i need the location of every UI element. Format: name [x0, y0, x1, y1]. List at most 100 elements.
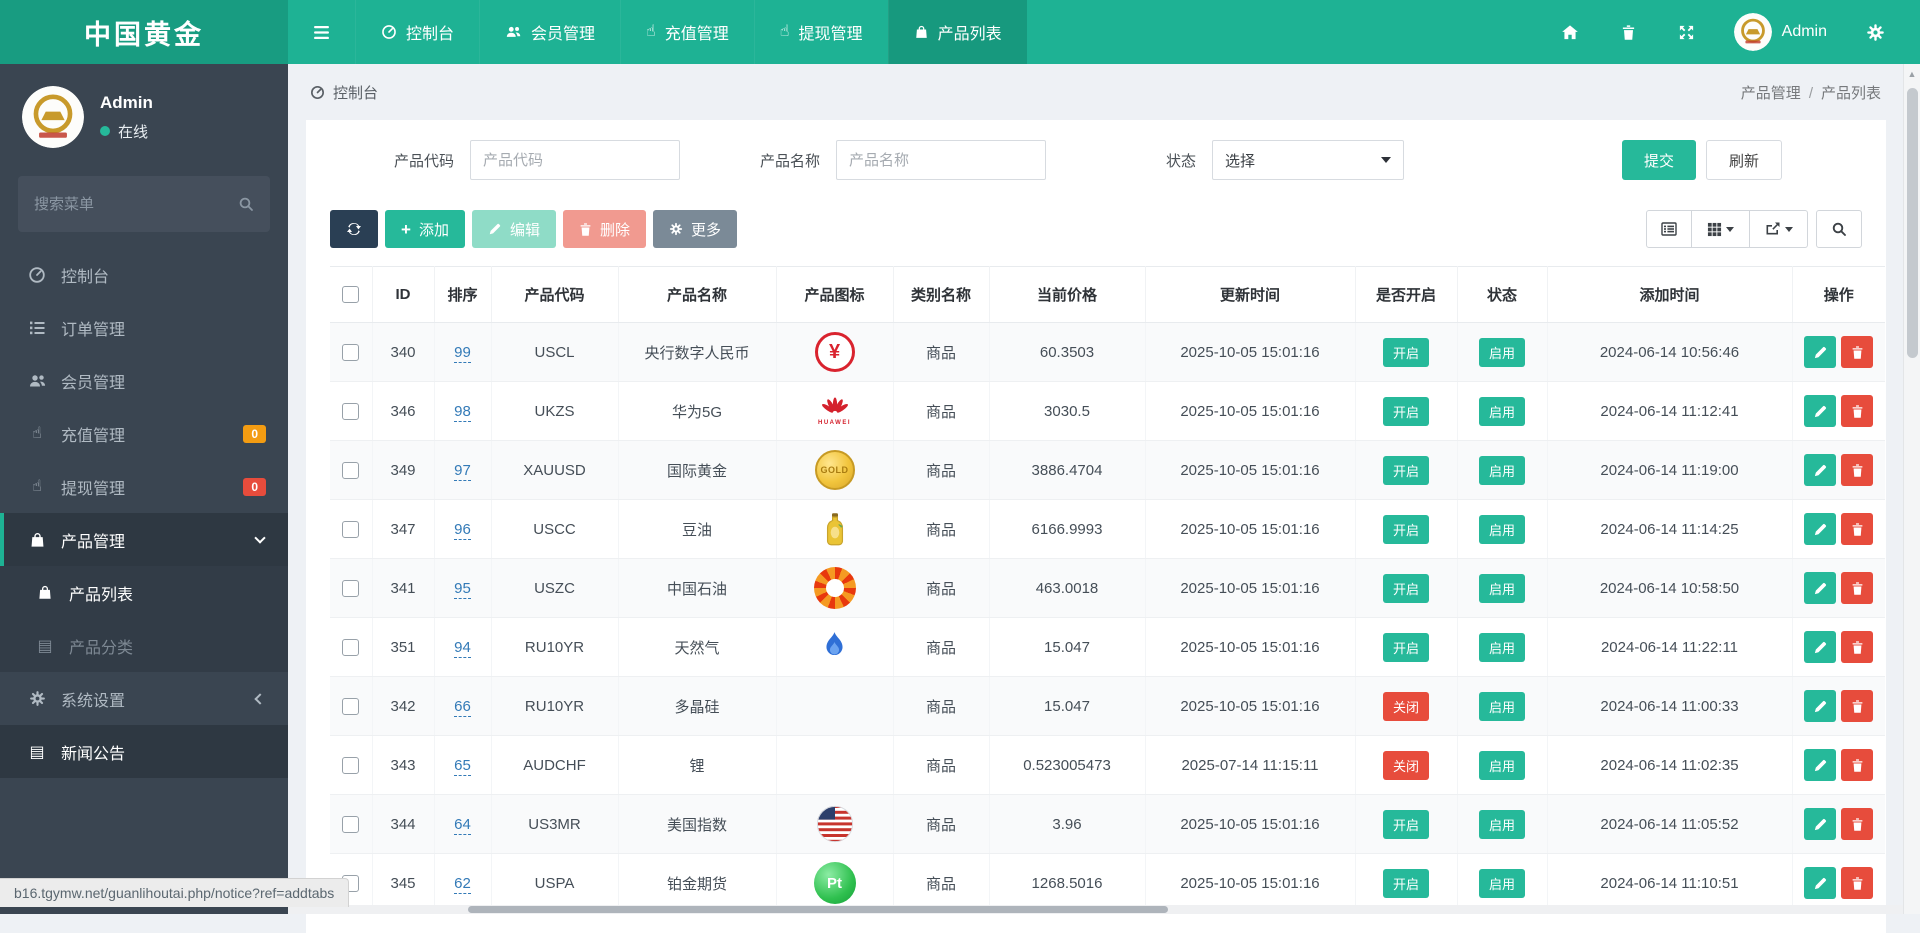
open-state-badge[interactable]: 开启	[1383, 574, 1429, 603]
col-header-open[interactable]: 是否开启	[1355, 267, 1457, 323]
nav-tab-dashboard[interactable]: 控制台	[355, 0, 479, 64]
home-button[interactable]	[1540, 0, 1600, 64]
row-edit-button[interactable]	[1804, 395, 1836, 427]
row-checkbox[interactable]	[342, 462, 359, 479]
horizontal-scrollbar-thumb[interactable]	[468, 906, 1168, 913]
col-header-updated[interactable]: 更新时间	[1145, 267, 1355, 323]
menu-search-box[interactable]	[18, 176, 270, 232]
row-checkbox[interactable]	[342, 698, 359, 715]
row-checkbox[interactable]	[342, 639, 359, 656]
row-delete-button[interactable]	[1841, 572, 1873, 604]
breadcrumb-parent[interactable]: 产品管理	[1741, 85, 1801, 102]
row-delete-button[interactable]	[1841, 631, 1873, 663]
open-state-badge[interactable]: 关闭	[1383, 751, 1429, 780]
row-checkbox[interactable]	[342, 757, 359, 774]
add-button[interactable]: +添加	[385, 210, 465, 248]
row-delete-button[interactable]	[1841, 454, 1873, 486]
row-checkbox[interactable]	[342, 816, 359, 833]
row-delete-button[interactable]	[1841, 513, 1873, 545]
row-delete-button[interactable]	[1841, 395, 1873, 427]
columns-view-button[interactable]	[1692, 210, 1750, 248]
open-state-badge[interactable]: 开启	[1383, 397, 1429, 426]
edit-button-disabled[interactable]: 编辑	[472, 210, 556, 248]
col-header-name[interactable]: 产品名称	[618, 267, 776, 323]
open-state-badge[interactable]: 开启	[1383, 869, 1429, 898]
sidebar-item-recharge[interactable]: ☝ 充值管理 0	[0, 407, 288, 460]
detail-view-button[interactable]	[1646, 210, 1692, 248]
row-edit-button[interactable]	[1804, 808, 1836, 840]
row-checkbox[interactable]	[342, 403, 359, 420]
row-checkbox[interactable]	[342, 521, 359, 538]
sidebar-item-product-list[interactable]: 产品列表	[0, 566, 288, 619]
row-edit-button[interactable]	[1804, 690, 1836, 722]
sidebar-item-products[interactable]: 产品管理	[0, 513, 288, 566]
delete-button-disabled[interactable]: 删除	[563, 210, 646, 248]
export-button[interactable]	[1750, 210, 1808, 248]
open-state-badge[interactable]: 开启	[1383, 456, 1429, 485]
sidebar-item-product-category[interactable]: ▤ 产品分类	[0, 619, 288, 672]
scroll-up-arrow[interactable]: ▲	[1904, 64, 1920, 79]
vertical-scrollbar[interactable]: ▲	[1903, 64, 1920, 914]
status-badge[interactable]: 启用	[1479, 751, 1525, 780]
row-checkbox[interactable]	[342, 580, 359, 597]
sort-editable-link[interactable]: 64	[454, 816, 471, 835]
row-edit-button[interactable]	[1804, 749, 1836, 781]
nav-tab-recharge[interactable]: ☝ 充值管理	[620, 0, 754, 64]
user-menu[interactable]: Admin	[1716, 13, 1845, 51]
nav-tab-members[interactable]: 会员管理	[479, 0, 620, 64]
col-header-id[interactable]: ID	[372, 267, 434, 323]
row-edit-button[interactable]	[1804, 336, 1836, 368]
open-state-badge[interactable]: 开启	[1383, 515, 1429, 544]
brand-logo[interactable]: 中国黄金	[0, 0, 288, 64]
nav-tab-withdraw[interactable]: ☝ 提现管理	[754, 0, 888, 64]
sort-editable-link[interactable]: 94	[454, 639, 471, 658]
status-badge[interactable]: 启用	[1479, 456, 1525, 485]
sort-editable-link[interactable]: 97	[454, 462, 471, 481]
sort-editable-link[interactable]: 62	[454, 875, 471, 894]
settings-button[interactable]	[1845, 0, 1906, 64]
nav-tab-product-list[interactable]: 产品列表	[888, 0, 1027, 64]
col-header-code[interactable]: 产品代码	[491, 267, 618, 323]
row-edit-button[interactable]	[1804, 572, 1836, 604]
row-checkbox[interactable]	[342, 344, 359, 361]
reload-button[interactable]	[330, 210, 378, 248]
sort-editable-link[interactable]: 95	[454, 580, 471, 599]
sidebar-item-members[interactable]: 会员管理	[0, 354, 288, 407]
sidebar-item-news[interactable]: ▤ 新闻公告	[0, 725, 288, 778]
col-header-category[interactable]: 类别名称	[893, 267, 989, 323]
vertical-scrollbar-thumb[interactable]	[1907, 88, 1918, 358]
clear-cache-button[interactable]	[1600, 0, 1657, 64]
sort-editable-link[interactable]: 99	[454, 344, 471, 363]
sidebar-item-system-settings[interactable]: 系统设置	[0, 672, 288, 725]
open-state-badge[interactable]: 开启	[1383, 633, 1429, 662]
status-badge[interactable]: 启用	[1479, 633, 1525, 662]
row-edit-button[interactable]	[1804, 454, 1836, 486]
row-edit-button[interactable]	[1804, 631, 1836, 663]
col-header-sort[interactable]: 排序	[434, 267, 491, 323]
select-all-checkbox[interactable]	[342, 286, 359, 303]
col-header-added[interactable]: 添加时间	[1547, 267, 1792, 323]
refresh-filter-button[interactable]: 刷新	[1706, 140, 1782, 180]
sort-editable-link[interactable]: 66	[454, 698, 471, 717]
row-delete-button[interactable]	[1841, 690, 1873, 722]
status-badge[interactable]: 启用	[1479, 810, 1525, 839]
sort-editable-link[interactable]: 96	[454, 521, 471, 540]
horizontal-scrollbar[interactable]	[288, 905, 1903, 914]
open-state-badge[interactable]: 开启	[1383, 338, 1429, 367]
col-header-price[interactable]: 当前价格	[989, 267, 1145, 323]
sort-editable-link[interactable]: 98	[454, 403, 471, 422]
fullscreen-button[interactable]	[1657, 0, 1716, 64]
status-badge[interactable]: 启用	[1479, 515, 1525, 544]
row-delete-button[interactable]	[1841, 808, 1873, 840]
more-button[interactable]: 更多	[653, 210, 737, 248]
status-badge[interactable]: 启用	[1479, 869, 1525, 898]
sort-editable-link[interactable]: 65	[454, 757, 471, 776]
status-badge[interactable]: 启用	[1479, 397, 1525, 426]
product-code-input[interactable]	[470, 140, 680, 180]
sidebar-toggle-button[interactable]	[288, 0, 355, 64]
sidebar-item-withdraw[interactable]: ☝ 提现管理 0	[0, 460, 288, 513]
row-edit-button[interactable]	[1804, 867, 1836, 899]
status-select[interactable]: 选择	[1212, 140, 1404, 180]
sidebar-item-orders[interactable]: 订单管理	[0, 301, 288, 354]
submit-button[interactable]: 提交	[1622, 140, 1696, 180]
